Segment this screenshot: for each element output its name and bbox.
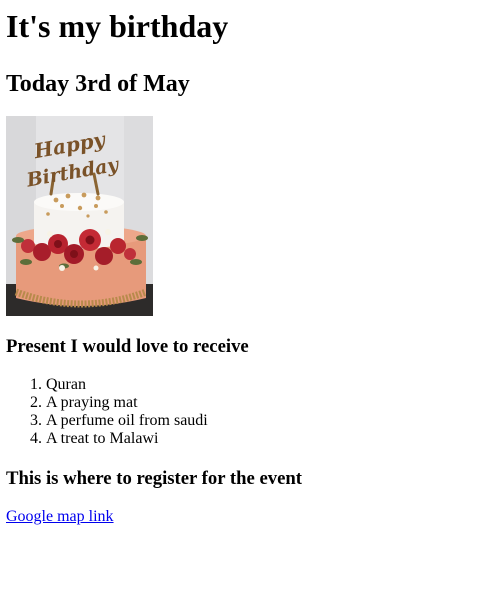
list-item: A praying mat <box>46 394 476 412</box>
presents-heading: Present I would love to receive <box>6 336 249 357</box>
google-map-link[interactable]: Google map link <box>6 508 114 526</box>
birthday-cake-photo: Happy Birthday <box>6 116 153 316</box>
list-item: A perfume oil from saudi <box>46 412 476 430</box>
list-item: Quran <box>46 376 476 394</box>
page-title: It's my birthday <box>6 8 229 44</box>
register-heading: This is where to register for the event <box>6 468 303 489</box>
page: It's my birthday Today 3rd of May Happy … <box>0 8 482 526</box>
date-heading: Today 3rd of May <box>6 71 190 97</box>
presents-list: Quran A praying mat A perfume oil from s… <box>6 376 476 448</box>
list-item: A treat to Malawi <box>46 430 476 448</box>
